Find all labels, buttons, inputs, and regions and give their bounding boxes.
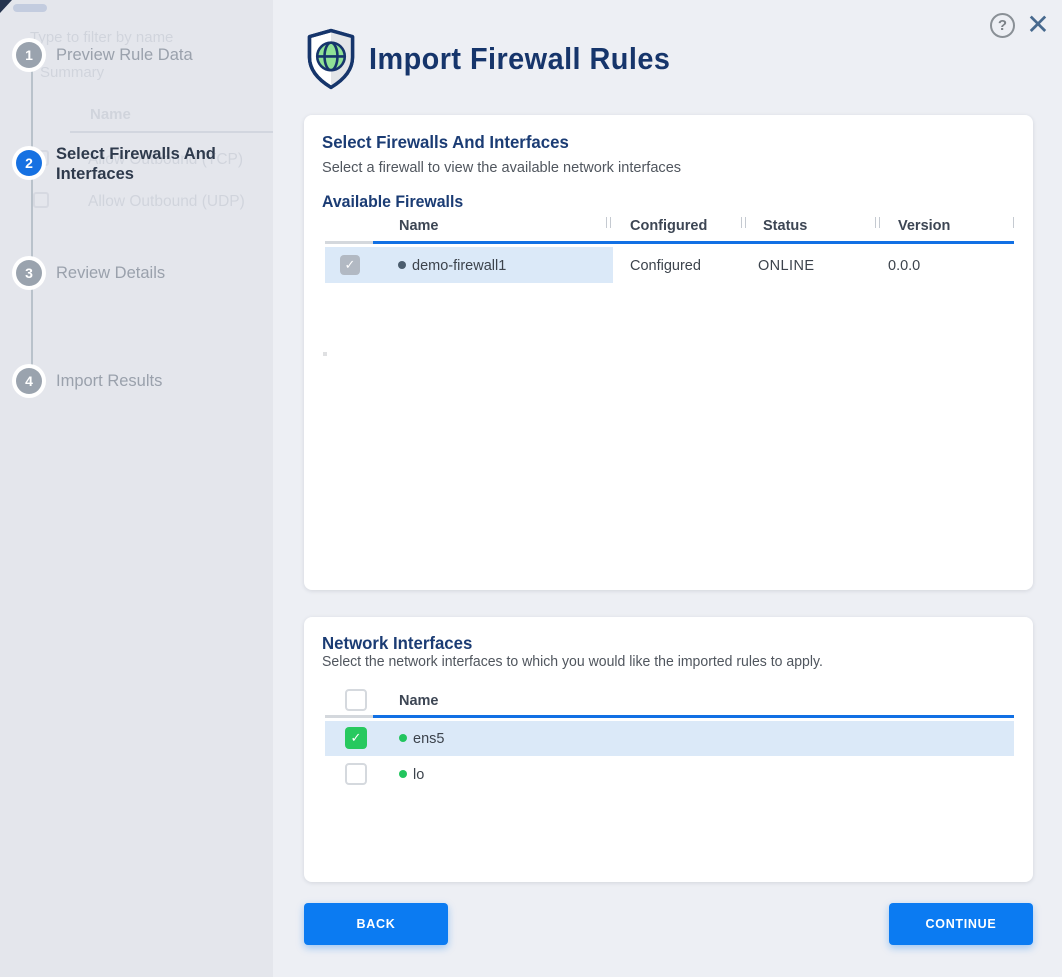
step-4-label: Import Results — [56, 371, 236, 391]
step-2-label: Select Firewalls And Interfaces — [56, 144, 236, 184]
firewall-status-cell: ONLINE — [758, 258, 814, 274]
interface-checkbox-unchecked[interactable] — [345, 763, 367, 785]
column-header-name[interactable]: Name — [399, 218, 439, 234]
firewall-checkbox-checked[interactable]: ✓ — [340, 255, 360, 275]
ghost-name-header: Name — [90, 106, 131, 123]
interface-name-cell: lo — [413, 767, 424, 783]
step-4-import-results[interactable]: 4 Import Results — [16, 368, 236, 394]
column-header-configured[interactable]: Configured — [630, 218, 707, 234]
import-firewall-rules-modal: Type to filter by name Summary Name Allo… — [0, 0, 1062, 977]
back-button[interactable]: BACK — [304, 903, 448, 945]
interfaces-card-subtitle: Select the network interfaces to which y… — [322, 654, 823, 670]
interface-status-dot — [399, 770, 407, 778]
available-firewalls-title: Available Firewalls — [322, 193, 463, 212]
check-icon: ✓ — [351, 730, 362, 746]
check-icon: ✓ — [345, 257, 356, 273]
column-resize-handle[interactable] — [1013, 217, 1014, 228]
stepper-track — [31, 57, 33, 381]
step-1-label: Preview Rule Data — [56, 45, 236, 65]
firewall-status-dot — [398, 261, 406, 269]
interfaces-card-title: Network Interfaces — [322, 633, 472, 654]
step-3-number: 3 — [16, 260, 42, 286]
interface-status-dot — [399, 734, 407, 742]
step-3-review-details[interactable]: 3 Review Details — [16, 260, 236, 286]
step-2-number: 2 — [16, 150, 42, 176]
column-resize-handle[interactable] — [606, 217, 611, 228]
column-resize-handle[interactable] — [875, 217, 880, 228]
header-rule-blue — [373, 715, 1014, 718]
step-2-select-firewalls[interactable]: 2 Select Firewalls And Interfaces — [16, 150, 236, 184]
interface-checkbox-checked[interactable]: ✓ — [345, 727, 367, 749]
header-rule-blue — [373, 241, 1014, 244]
close-glyph: ✕ — [1026, 8, 1049, 41]
ghost-checkbox-2 — [33, 192, 49, 208]
select-all-checkbox[interactable] — [345, 689, 367, 711]
help-icon[interactable]: ? — [990, 13, 1015, 38]
header-rule-gray — [325, 715, 373, 718]
firewalls-card-subtitle: Select a firewall to view the available … — [322, 159, 681, 176]
firewalls-card: Select Firewalls And Interfaces Select a… — [304, 115, 1033, 590]
interfaces-card: Network Interfaces Select the network in… — [304, 617, 1033, 882]
column-header-version[interactable]: Version — [898, 218, 950, 234]
firewall-configured-cell: Configured — [630, 258, 701, 274]
header-rule-gray — [325, 241, 373, 244]
background-page-corner — [0, 0, 12, 13]
firewall-version-cell: 0.0.0 — [888, 258, 920, 274]
modal-main-panel: Import Firewall Rules ? ✕ Select Firewal… — [273, 0, 1062, 977]
step-1-preview-rule-data[interactable]: 1 Preview Rule Data — [16, 42, 236, 68]
stepper-sidebar: Type to filter by name Summary Name Allo… — [0, 0, 273, 977]
column-header-status[interactable]: Status — [763, 218, 807, 234]
firewalls-card-title: Select Firewalls And Interfaces — [322, 132, 569, 153]
firewall-name-cell: demo-firewall1 — [412, 258, 506, 274]
ghost-rule-udp: Allow Outbound (UDP) — [88, 193, 245, 211]
ghost-divider — [70, 131, 273, 133]
stray-artifact-dot — [323, 352, 327, 356]
interface-name-cell: ens5 — [413, 731, 444, 747]
column-resize-handle[interactable] — [741, 217, 746, 228]
help-glyph: ? — [998, 17, 1007, 34]
background-page-pill — [13, 4, 47, 12]
step-3-label: Review Details — [56, 263, 236, 283]
close-icon[interactable]: ✕ — [1022, 6, 1054, 42]
step-1-number: 1 — [16, 42, 42, 68]
interfaces-column-header-name[interactable]: Name — [399, 693, 439, 709]
modal-title: Import Firewall Rules — [369, 41, 670, 77]
shield-globe-icon — [305, 28, 357, 90]
step-4-number: 4 — [16, 368, 42, 394]
modal-header: Import Firewall Rules — [305, 28, 693, 90]
continue-button[interactable]: CONTINUE — [889, 903, 1033, 945]
